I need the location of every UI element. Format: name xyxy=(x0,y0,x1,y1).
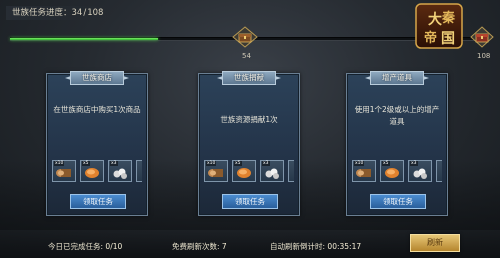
game-logo: 大 秦 帝 国 xyxy=(415,3,463,49)
progress-current: 34 xyxy=(71,8,83,18)
silver-icon[interactable]: x3 xyxy=(408,160,432,182)
food-icon[interactable]: x5 xyxy=(232,160,256,182)
silver-icon[interactable]: x3 xyxy=(260,160,284,182)
reward-qty: x10 xyxy=(206,161,217,166)
refresh-button[interactable]: 刷新 xyxy=(410,234,460,252)
milestone-value: 54 xyxy=(242,52,251,60)
food-icon[interactable]: x5 xyxy=(380,160,404,182)
free-refresh-value: 7 xyxy=(221,242,227,251)
reward-qty: x10 xyxy=(54,161,65,166)
reward-qty: x5 xyxy=(82,161,90,166)
card-description: 世族资源捐献1次 xyxy=(220,115,278,124)
free-refresh-label: 免费刷新次数: xyxy=(172,242,220,251)
card-description: 使用1个2级或以上的增产道具 xyxy=(354,105,440,126)
reward-qty: x3 xyxy=(410,161,418,166)
auto-refresh-stat: 自动刷新倒计时: 00:35:17 xyxy=(270,241,361,252)
task-card-boost: 增产道具 使用1个2级或以上的增产道具 x10 x5 x3 领取任务 xyxy=(346,71,448,216)
reward-more-stub xyxy=(136,160,142,182)
card-title: 世族捐献 xyxy=(222,71,276,85)
progress-fill xyxy=(10,38,159,40)
food-icon[interactable]: x5 xyxy=(80,160,104,182)
reward-more-stub xyxy=(436,160,442,182)
auto-refresh-timer: 00:35:17 xyxy=(327,242,362,251)
progress-label-text: 世族任务进度： xyxy=(12,8,72,18)
card-title: 世族商店 xyxy=(70,71,124,85)
task-card-donate: 世族捐献 世族资源捐献1次 x10 x5 x3 领取任务 xyxy=(198,71,300,216)
auto-refresh-label: 自动刷新倒计时: xyxy=(270,242,326,251)
wood-icon[interactable]: x10 xyxy=(352,160,376,182)
wood-icon[interactable]: x10 xyxy=(52,160,76,182)
svg-text:国: 国 xyxy=(441,31,455,47)
card-description: 在世族商店中购买1次商品 xyxy=(53,105,141,114)
completed-value: 0/10 xyxy=(105,242,123,251)
task-card-shop: 世族商店 在世族商店中购买1次商品 x10 x5 x3 领取任务 xyxy=(46,71,148,216)
reward-list: x10 x5 x3 xyxy=(352,160,444,182)
progress-total: 108 xyxy=(87,8,104,18)
progress-separator: / xyxy=(83,8,87,18)
reward-list: x10 x5 x3 xyxy=(52,160,144,182)
treasure-chest-icon[interactable] xyxy=(470,26,494,48)
card-title: 增产道具 xyxy=(370,71,424,85)
completed-label: 今日已完成任务: xyxy=(48,242,104,251)
reward-qty: x5 xyxy=(382,161,390,166)
reward-qty: x3 xyxy=(110,161,118,166)
completed-tasks-stat: 今日已完成任务: 0/10 xyxy=(48,241,122,252)
reward-more-stub xyxy=(288,160,294,182)
svg-text:秦: 秦 xyxy=(441,10,456,26)
reward-qty: x3 xyxy=(262,161,270,166)
svg-text:帝: 帝 xyxy=(424,30,437,46)
claim-task-button[interactable]: 领取任务 xyxy=(370,194,426,209)
wood-icon[interactable]: x10 xyxy=(204,160,228,182)
free-refresh-stat: 免费刷新次数: 7 xyxy=(172,241,227,252)
end-value: 108 xyxy=(477,52,491,60)
claim-task-button[interactable]: 领取任务 xyxy=(70,194,126,209)
svg-text:大: 大 xyxy=(428,11,442,28)
claim-task-button[interactable]: 领取任务 xyxy=(222,194,278,209)
reward-qty: x10 xyxy=(354,161,365,166)
reward-list: x10 x5 x3 xyxy=(204,160,296,182)
treasure-chest-icon[interactable] xyxy=(232,26,258,48)
reward-qty: x5 xyxy=(234,161,242,166)
silver-icon[interactable]: x3 xyxy=(108,160,132,182)
progress-label: 世族任务进度：34/108 xyxy=(6,6,110,20)
